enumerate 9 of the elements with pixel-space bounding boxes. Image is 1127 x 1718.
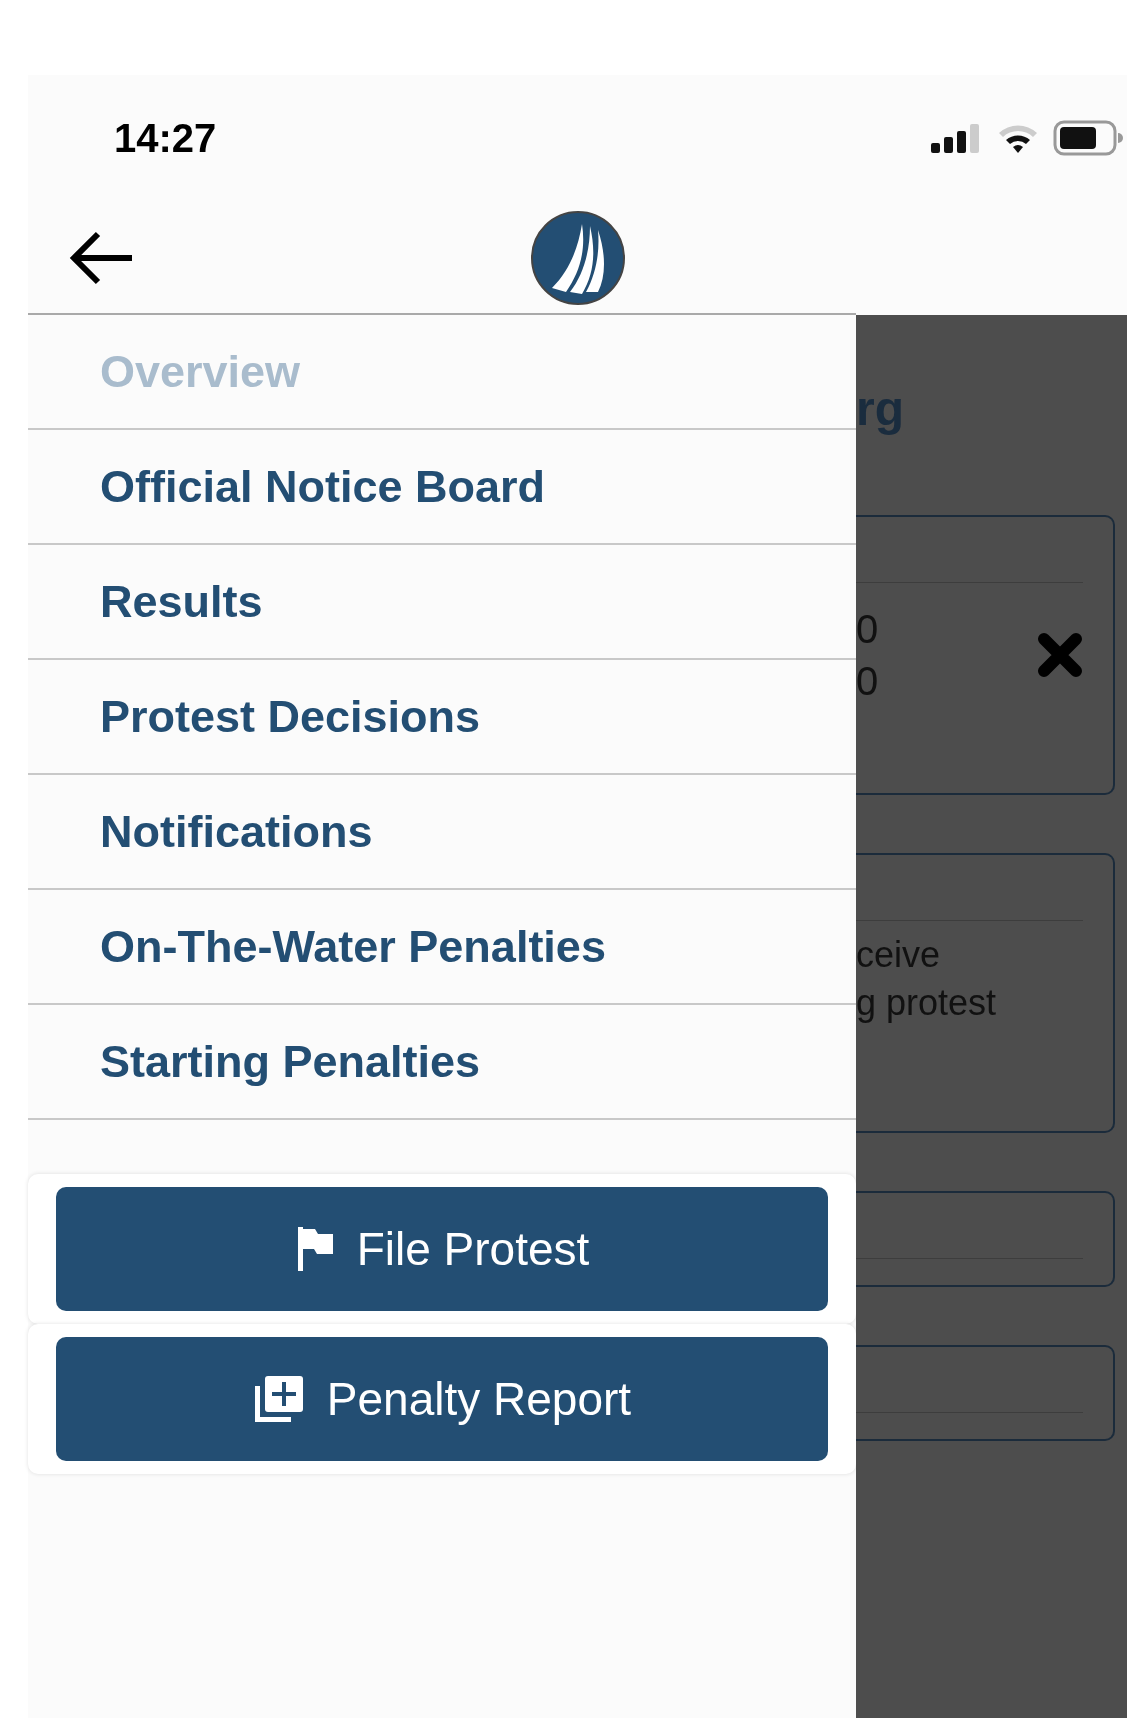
- card-text: 0: [856, 606, 879, 653]
- action-button[interactable]: Penalty Report: [56, 1337, 828, 1461]
- card-text: g protest: [856, 981, 997, 1025]
- status-time: 14:27: [114, 114, 217, 162]
- action-button[interactable]: File Protest: [56, 1187, 828, 1311]
- battery-icon: [1053, 119, 1123, 156]
- card-text: ceive: [856, 933, 942, 977]
- add-copy-icon: [252, 1374, 305, 1424]
- card-text: 0: [856, 658, 879, 705]
